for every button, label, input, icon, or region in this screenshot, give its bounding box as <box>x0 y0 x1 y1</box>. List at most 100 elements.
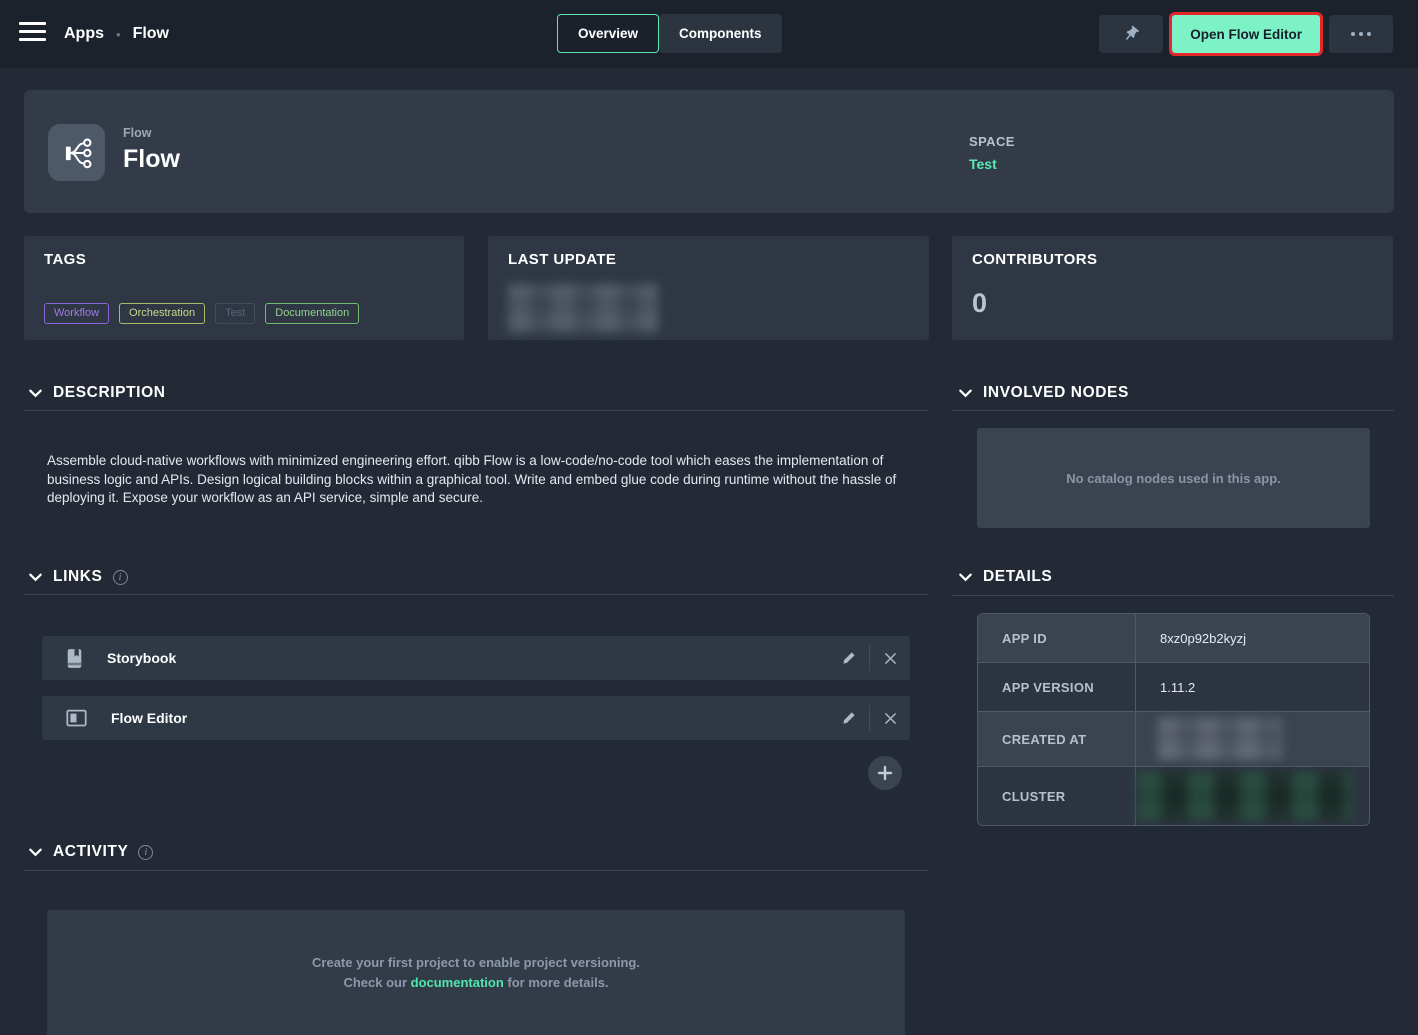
contributors-count: 0 <box>972 288 987 319</box>
tag-documentation[interactable]: Documentation <box>265 303 359 324</box>
link-label[interactable]: Storybook <box>107 650 176 666</box>
detail-label: APP ID <box>978 614 1135 662</box>
link-row-flow-editor[interactable]: Flow Editor <box>42 696 910 740</box>
close-icon <box>884 652 897 665</box>
topbar: Apps • Flow Overview Components Open Flo… <box>0 0 1418 68</box>
flow-app-icon <box>48 124 105 181</box>
involved-nodes-divider <box>952 410 1394 411</box>
links-info-icon[interactable]: i <box>113 570 128 585</box>
link-row-storybook[interactable]: Storybook <box>42 636 910 680</box>
chevron-down-icon[interactable] <box>28 570 43 585</box>
space-block: SPACE Test <box>969 134 1015 172</box>
chevron-down-icon[interactable] <box>28 845 43 860</box>
table-row-created-at: CREATED AT <box>978 712 1369 767</box>
pencil-icon <box>842 711 856 725</box>
plus-icon <box>877 765 893 781</box>
more-options-button[interactable] <box>1329 15 1393 53</box>
detail-value-redacted <box>1135 767 1369 825</box>
details-header: DETAILS <box>958 568 1052 586</box>
page-title: Flow <box>123 145 180 174</box>
app-header-card: Flow Flow SPACE Test <box>24 90 1394 213</box>
open-flow-editor-button[interactable]: Open Flow Editor <box>1172 15 1320 53</box>
add-link-button[interactable] <box>868 756 902 790</box>
activity-line2-prefix: Check our <box>343 975 410 990</box>
description-title: DESCRIPTION <box>53 384 166 402</box>
tab-group: Overview Components <box>557 14 782 53</box>
breadcrumb-current: Flow <box>133 25 169 43</box>
created-at-redacted-value <box>1158 718 1282 760</box>
link-actions <box>829 636 910 680</box>
detail-value-redacted <box>1135 712 1369 766</box>
links-title: LINKS <box>53 568 103 586</box>
activity-divider <box>24 870 928 871</box>
app-overview-page: Apps • Flow Overview Components Open Flo… <box>0 0 1418 1035</box>
chevron-down-icon[interactable] <box>28 386 43 401</box>
details-table: APP ID 8xz0p92b2kyzj APP VERSION 1.11.2 … <box>977 613 1370 826</box>
contributors-title: CONTRIBUTORS <box>972 251 1097 268</box>
close-icon <box>884 712 897 725</box>
pin-button[interactable] <box>1099 15 1163 53</box>
app-type-label: Flow <box>123 126 151 140</box>
table-row-cluster: CLUSTER <box>978 767 1369 825</box>
book-icon <box>66 648 83 669</box>
detail-value: 1.11.2 <box>1135 663 1369 711</box>
breadcrumb-separator: • <box>116 27 121 42</box>
tab-components[interactable]: Components <box>659 14 782 53</box>
link-actions <box>829 696 910 740</box>
detail-label: CREATED AT <box>978 712 1135 766</box>
activity-empty-line2: Check our documentation for more details… <box>47 973 905 993</box>
link-label[interactable]: Flow Editor <box>111 710 187 726</box>
links-divider <box>24 594 928 595</box>
edit-link-button[interactable] <box>829 636 869 680</box>
hamburger-menu-icon[interactable] <box>19 22 46 45</box>
activity-line2-suffix: for more details. <box>504 975 609 990</box>
table-row-app-version: APP VERSION 1.11.2 <box>978 663 1369 712</box>
activity-empty-line1: Create your first project to enable proj… <box>47 953 905 973</box>
description-header: DESCRIPTION <box>28 384 166 402</box>
remove-link-button[interactable] <box>870 696 910 740</box>
open-flow-editor-highlight: Open Flow Editor <box>1169 12 1323 56</box>
tags-title: TAGS <box>44 251 86 268</box>
table-row-app-id: APP ID 8xz0p92b2kyzj <box>978 614 1369 663</box>
tags-card: TAGS Workflow Orchestration Test Documen… <box>24 236 464 340</box>
activity-empty-card: Create your first project to enable proj… <box>47 910 905 1035</box>
detail-label: CLUSTER <box>978 767 1135 825</box>
involved-nodes-empty-card: No catalog nodes used in this app. <box>977 428 1370 528</box>
tag-test[interactable]: Test <box>215 303 255 324</box>
tag-list: Workflow Orchestration Test Documentatio… <box>44 303 359 324</box>
remove-link-button[interactable] <box>870 636 910 680</box>
pin-icon <box>1119 21 1144 46</box>
activity-info-icon[interactable]: i <box>138 845 153 860</box>
last-update-redacted-value <box>508 284 658 332</box>
breadcrumb-apps[interactable]: Apps <box>64 25 104 43</box>
tag-orchestration[interactable]: Orchestration <box>119 303 205 324</box>
contributors-card: CONTRIBUTORS 0 <box>952 236 1393 340</box>
activity-header: ACTIVITY i <box>28 843 153 861</box>
last-update-card: LAST UPDATE <box>488 236 929 340</box>
breadcrumb: Apps • Flow <box>64 0 169 68</box>
details-title: DETAILS <box>983 568 1052 586</box>
activity-title: ACTIVITY <box>53 843 128 861</box>
documentation-link[interactable]: documentation <box>411 975 504 990</box>
description-divider <box>24 410 928 411</box>
details-divider <box>952 595 1394 596</box>
chevron-down-icon[interactable] <box>958 570 973 585</box>
layout-icon <box>66 709 87 727</box>
description-body: Assemble cloud-native workflows with min… <box>47 452 903 508</box>
cluster-redacted-value <box>1136 772 1352 820</box>
detail-value: 8xz0p92b2kyzj <box>1135 614 1369 662</box>
edit-link-button[interactable] <box>829 696 869 740</box>
ellipsis-icon <box>1351 32 1371 36</box>
pencil-icon <box>842 651 856 665</box>
links-header: LINKS i <box>28 568 128 586</box>
last-update-title: LAST UPDATE <box>508 251 616 268</box>
tab-overview[interactable]: Overview <box>557 14 659 53</box>
space-link[interactable]: Test <box>969 156 1015 172</box>
detail-label: APP VERSION <box>978 663 1135 711</box>
involved-nodes-header: INVOLVED NODES <box>958 384 1129 402</box>
chevron-down-icon[interactable] <box>958 386 973 401</box>
involved-nodes-empty-message: No catalog nodes used in this app. <box>1066 471 1281 486</box>
space-label: SPACE <box>969 134 1015 149</box>
tag-workflow[interactable]: Workflow <box>44 303 109 324</box>
topbar-actions: Open Flow Editor <box>1099 12 1393 56</box>
